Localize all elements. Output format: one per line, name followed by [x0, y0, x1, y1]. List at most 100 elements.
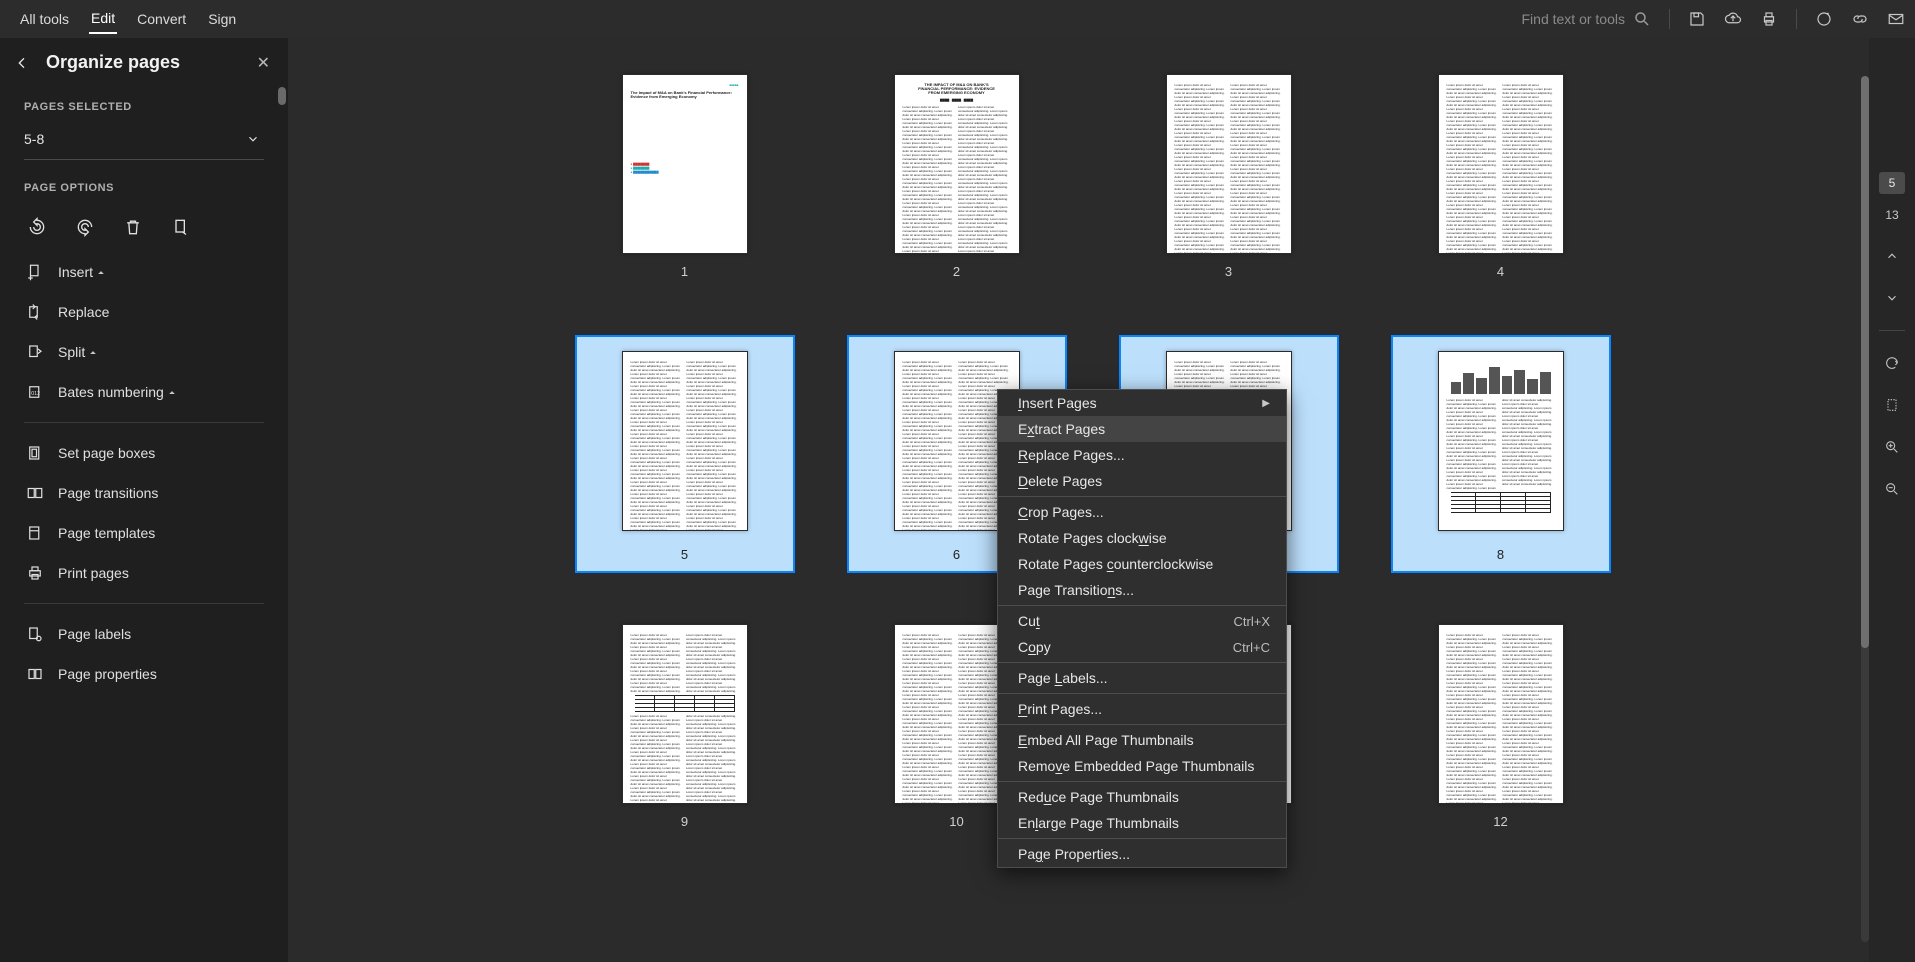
side-panel-title: Organize pages: [46, 52, 241, 73]
menu-edit[interactable]: Edit: [89, 4, 117, 34]
bates-icon: 012: [26, 383, 44, 401]
page-thumbnail[interactable]: Lorem ipsum dolor sit amet consectetur a…: [1383, 74, 1619, 279]
menu-item-label: Delete Pages: [1018, 473, 1102, 489]
pages-selected-dropdown[interactable]: 5-8: [24, 121, 264, 160]
separator: [24, 422, 264, 423]
menu-separator: [998, 693, 1286, 694]
context-menu[interactable]: Insert Pages ▶ Extract Pages Replace Pages.…: [997, 389, 1287, 868]
page-boxes-icon: [26, 444, 44, 462]
context-menu-item[interactable]: Page Properties...: [998, 841, 1286, 867]
page-number-label: 2: [953, 264, 960, 279]
context-menu-item[interactable]: Delete Pages: [998, 468, 1286, 494]
tool-split[interactable]: Split: [24, 334, 264, 370]
page-thumbnail[interactable]: THE IMPACT OF M&A ON BANK'SFINANCIAL PER…: [839, 74, 1075, 279]
menu-all-tools[interactable]: All tools: [18, 5, 71, 33]
menu-item-label: Rotate Pages clockwise: [1018, 530, 1167, 546]
context-menu-item[interactable]: Remove Embedded Page Thumbnails: [998, 753, 1286, 779]
menu-convert[interactable]: Convert: [135, 5, 188, 33]
svg-text:012: 012: [31, 391, 40, 397]
selected-page-badge[interactable]: 5: [1879, 172, 1905, 194]
context-menu-item[interactable]: Extract Pages: [998, 416, 1286, 442]
menu-item-label: Reduce Page Thumbnails: [1018, 789, 1179, 805]
page-thumbnail-image: ■■■■■ The Impact of M&A on Bank's Financ…: [622, 74, 748, 254]
rotate-ccw-icon[interactable]: [24, 214, 50, 240]
page-display-icon[interactable]: [1882, 395, 1902, 415]
pages-selected-value: 5-8: [24, 131, 44, 147]
page-thumbnail[interactable]: ■■■■■ The Impact of M&A on Bank's Financ…: [567, 74, 803, 279]
page-thumbnail[interactable]: Lorem ipsum dolor sit amet consectetur a…: [1111, 74, 1347, 279]
topbar-actions: Find text or tools: [1522, 9, 1906, 29]
context-menu-item[interactable]: Replace Pages...: [998, 442, 1286, 468]
replace-icon: [26, 303, 44, 321]
rotate-cw-icon[interactable]: [72, 214, 98, 240]
menu-item-label: Extract Pages: [1018, 421, 1105, 437]
tool-replace[interactable]: Replace: [24, 294, 264, 330]
submenu-arrow-icon: ▶: [1262, 398, 1270, 409]
context-menu-item[interactable]: Page Transitions...: [998, 577, 1286, 603]
tool-page-boxes[interactable]: Set page boxes: [24, 435, 264, 471]
tool-label: Page templates: [58, 525, 155, 541]
context-menu-item[interactable]: Crop Pages...: [998, 499, 1286, 525]
menu-sign[interactable]: Sign: [206, 5, 238, 33]
zoom-out-icon[interactable]: [1882, 479, 1902, 499]
side-scroll: PAGES SELECTED 5-8 PAGE OPTIONS Insert: [0, 87, 288, 962]
cloud-upload-icon[interactable]: [1724, 10, 1742, 28]
page-up-icon[interactable]: [1882, 246, 1902, 266]
tool-page-properties[interactable]: Page properties: [24, 656, 264, 692]
page-thumbnail[interactable]: Lorem ipsum dolor sit amet consectetur a…: [567, 624, 803, 829]
tool-page-labels[interactable]: Page labels: [24, 616, 264, 652]
context-menu-item[interactable]: Insert Pages ▶: [998, 390, 1286, 416]
menu-item-label: Replace Pages...: [1018, 447, 1125, 463]
context-menu-item[interactable]: Page Labels...: [998, 665, 1286, 691]
context-menu-item[interactable]: CutCtrl+X: [998, 608, 1286, 634]
delete-icon[interactable]: [120, 214, 146, 240]
context-menu-item[interactable]: CopyCtrl+C: [998, 634, 1286, 660]
separator: [1879, 330, 1905, 331]
tool-label: Insert: [58, 264, 103, 280]
context-menu-item[interactable]: Print Pages...: [998, 696, 1286, 722]
extract-icon[interactable]: [168, 214, 194, 240]
properties-icon: [26, 665, 44, 683]
page-thumbnail-image: Lorem ipsum dolor sit amet consectetur a…: [622, 624, 748, 804]
close-icon[interactable]: ✕: [257, 53, 270, 73]
context-menu-item[interactable]: Rotate Pages counterclockwise: [998, 551, 1286, 577]
tool-templates[interactable]: Page templates: [24, 515, 264, 551]
page-thumbnail[interactable]: Lorem ipsum dolor sit amet consectetur a…: [567, 335, 803, 568]
save-icon[interactable]: [1688, 10, 1706, 28]
page-thumbnail-image: Lorem ipsum dolor sit amet consectetur a…: [622, 351, 748, 531]
context-menu-item[interactable]: Embed All Page Thumbnails: [998, 727, 1286, 753]
tool-transitions[interactable]: Page transitions: [24, 475, 264, 511]
menu-item-label: Copy: [1018, 639, 1051, 655]
page-thumbnail-image: Lorem ipsum dolor sit amet consectetur a…: [1438, 74, 1564, 254]
page-thumbnail[interactable]: Lorem ipsum dolor sit amet consectetur a…: [1383, 335, 1619, 568]
rotate-view-icon[interactable]: [1882, 353, 1902, 373]
zoom-in-icon[interactable]: [1882, 437, 1902, 457]
tool-insert[interactable]: Insert: [24, 254, 264, 290]
print-icon[interactable]: [1760, 10, 1778, 28]
tool-label: Split: [58, 344, 95, 360]
context-menu-item[interactable]: Rotate Pages clockwise: [998, 525, 1286, 551]
back-icon[interactable]: [14, 55, 30, 71]
menu-item-label: Insert Pages: [1018, 395, 1097, 411]
page-number-label: 12: [1493, 814, 1507, 829]
tool-list-b: Set page boxes Page transitions Page tem…: [24, 435, 264, 591]
labels-icon: [26, 625, 44, 643]
page-number-label: 4: [1497, 264, 1504, 279]
mail-icon[interactable]: [1887, 10, 1905, 28]
page-thumbnail[interactable]: Lorem ipsum dolor sit amet consectetur a…: [1383, 624, 1619, 829]
tool-bates[interactable]: 012 Bates numbering: [24, 374, 264, 410]
context-menu-item[interactable]: Reduce Page Thumbnails: [998, 784, 1286, 810]
page-thumbnail-image: Lorem ipsum dolor sit amet consectetur a…: [1438, 351, 1564, 531]
ai-assistant-icon[interactable]: [1815, 10, 1833, 28]
scrollbar-handle[interactable]: [1861, 76, 1869, 648]
context-menu-item[interactable]: Enlarge Page Thumbnails: [998, 810, 1286, 836]
tool-list-a: Insert Replace Split 012 Bates numbering: [24, 254, 264, 410]
page-down-icon[interactable]: [1882, 288, 1902, 308]
page-number-label: 8: [1497, 547, 1504, 562]
link-icon[interactable]: [1851, 10, 1869, 28]
tool-print[interactable]: Print pages: [24, 555, 264, 591]
menu-item-label: Page Transitions...: [1018, 582, 1134, 598]
page-number-label: 6: [953, 547, 960, 562]
search-box[interactable]: Find text or tools: [1522, 10, 1652, 28]
scrollbar[interactable]: [1859, 76, 1871, 942]
